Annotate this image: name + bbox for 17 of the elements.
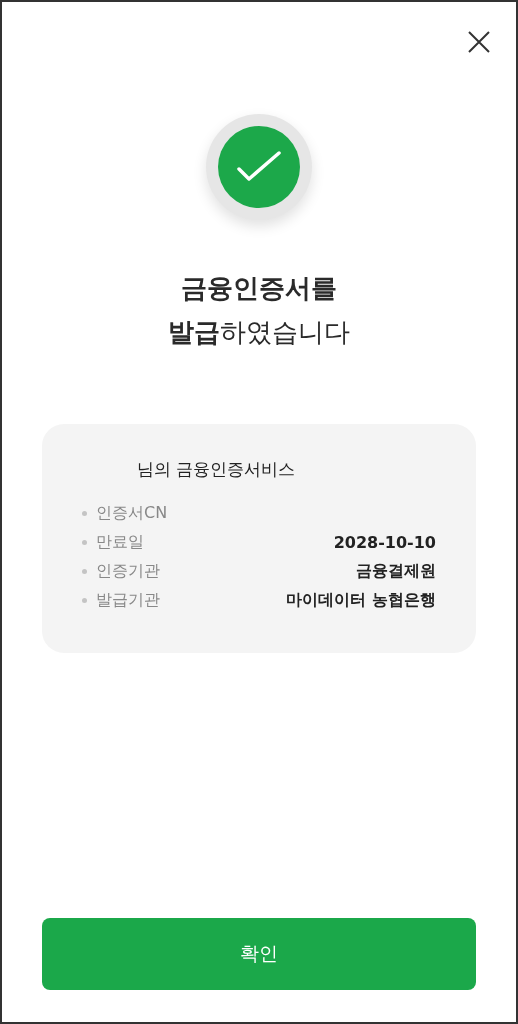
checkmark-icon xyxy=(236,150,282,184)
card-heading: 님의 금융인증서비스 xyxy=(137,458,297,481)
title: 금융인증서를 xyxy=(181,272,337,305)
bullet-icon xyxy=(82,511,87,516)
field-value: 2028-10-10 xyxy=(333,533,436,552)
field-value: 금융결제원 xyxy=(356,561,436,582)
title: 발급하였습니다 xyxy=(168,316,350,349)
field-label: 인증서CN xyxy=(96,503,168,524)
bullet-icon xyxy=(82,598,87,603)
bullet-icon xyxy=(82,540,87,545)
bullet-icon xyxy=(82,569,87,574)
field-label: 발급기관 xyxy=(96,590,160,611)
close-icon[interactable] xyxy=(467,30,491,54)
field-label: 만료일 xyxy=(96,532,144,553)
field-value: 마이데이터 농협은행 xyxy=(286,590,436,611)
confirm-button[interactable]: 확인 xyxy=(42,918,476,990)
field-label: 인증기관 xyxy=(96,561,160,582)
